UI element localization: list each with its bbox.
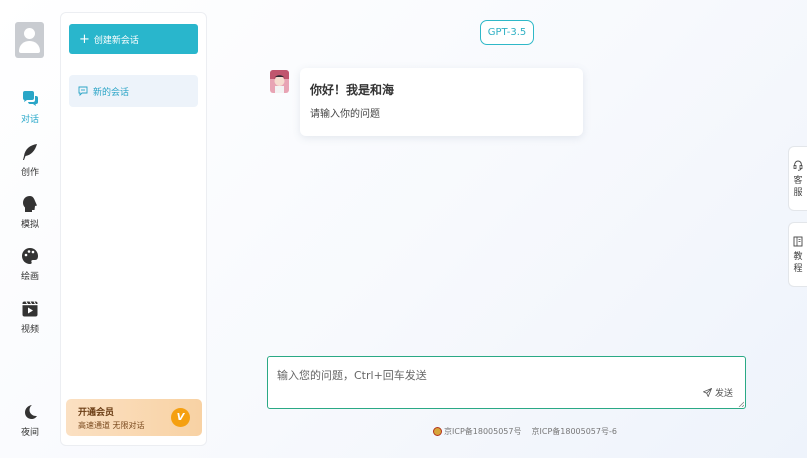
- chat-bubbles-icon: [23, 91, 38, 106]
- icp-link-2[interactable]: 京ICP备18005057号-6: [532, 426, 617, 437]
- resize-handle-icon[interactable]: [738, 401, 744, 407]
- customer-service-char: 服: [793, 188, 803, 198]
- new-chat-label: 创建新会话: [93, 35, 139, 46]
- send-label: 发送: [714, 389, 733, 399]
- session-panel: + 创建新会话 新的会话 开通会员 高速通道 无限对话 V: [60, 12, 207, 446]
- tutorial-char: 教: [793, 252, 803, 262]
- new-chat-button[interactable]: + 创建新会话: [69, 24, 198, 54]
- tutorial-tab[interactable]: 教 程: [788, 222, 807, 287]
- nav-label: 对话: [20, 115, 39, 125]
- customer-service-tab[interactable]: 客 服: [788, 146, 807, 211]
- night-mode-label: 夜间: [20, 428, 39, 438]
- moon-icon: [25, 405, 37, 420]
- nav-item-chat[interactable]: 对话: [10, 90, 50, 125]
- nav-label: 模拟: [20, 220, 39, 230]
- plus-icon: +: [79, 31, 90, 47]
- vip-badge-icon: V: [171, 408, 190, 427]
- chat-session-item[interactable]: 新的会话: [69, 75, 198, 107]
- feather-icon: [23, 144, 37, 160]
- nav-label: 创作: [20, 168, 39, 178]
- nav-item-create[interactable]: 创作: [10, 143, 50, 178]
- nav-label: 视频: [20, 325, 39, 335]
- nav-item-video[interactable]: 视频: [10, 300, 50, 335]
- user-avatar[interactable]: [15, 22, 44, 58]
- nav-item-draw[interactable]: 绘画: [10, 247, 50, 282]
- video-play-icon: [22, 301, 38, 317]
- send-icon: [702, 388, 712, 397]
- greeting-text: 请输入你的问题: [310, 109, 380, 120]
- icp-link-1[interactable]: 京ICP备18005057号: [444, 426, 522, 437]
- greeting-title: 你好！我是和海: [310, 83, 395, 97]
- chat-session-label: 新的会话: [93, 87, 130, 98]
- footer: 京ICP备18005057号 京ICP备18005057号-6: [433, 426, 627, 437]
- left-rail: 对话 创作 模拟 绘画 视频 夜间: [0, 0, 60, 458]
- nav-label: 绘画: [20, 272, 39, 282]
- send-button[interactable]: 发送: [702, 386, 733, 399]
- greeting-message: 你好！我是和海 请输入你的问题: [300, 68, 583, 136]
- nav-item-simulate[interactable]: 模拟: [10, 195, 50, 230]
- police-emblem-icon: [433, 427, 442, 436]
- palette-icon: [22, 248, 38, 264]
- headset-icon: [793, 160, 803, 171]
- night-mode-toggle[interactable]: 夜间: [10, 403, 50, 438]
- bot-avatar: [270, 70, 289, 93]
- message-input[interactable]: [268, 357, 745, 408]
- tutorial-char: 程: [793, 264, 803, 274]
- model-selector[interactable]: GPT-3.5: [480, 20, 534, 45]
- customer-service-char: 客: [793, 176, 803, 186]
- book-icon: [793, 236, 803, 247]
- head-profile-icon: [23, 196, 37, 212]
- vip-upgrade-card[interactable]: 开通会员 高速通道 无限对话 V: [66, 399, 202, 436]
- message-input-box: 发送: [267, 356, 746, 409]
- message-icon: [78, 86, 88, 96]
